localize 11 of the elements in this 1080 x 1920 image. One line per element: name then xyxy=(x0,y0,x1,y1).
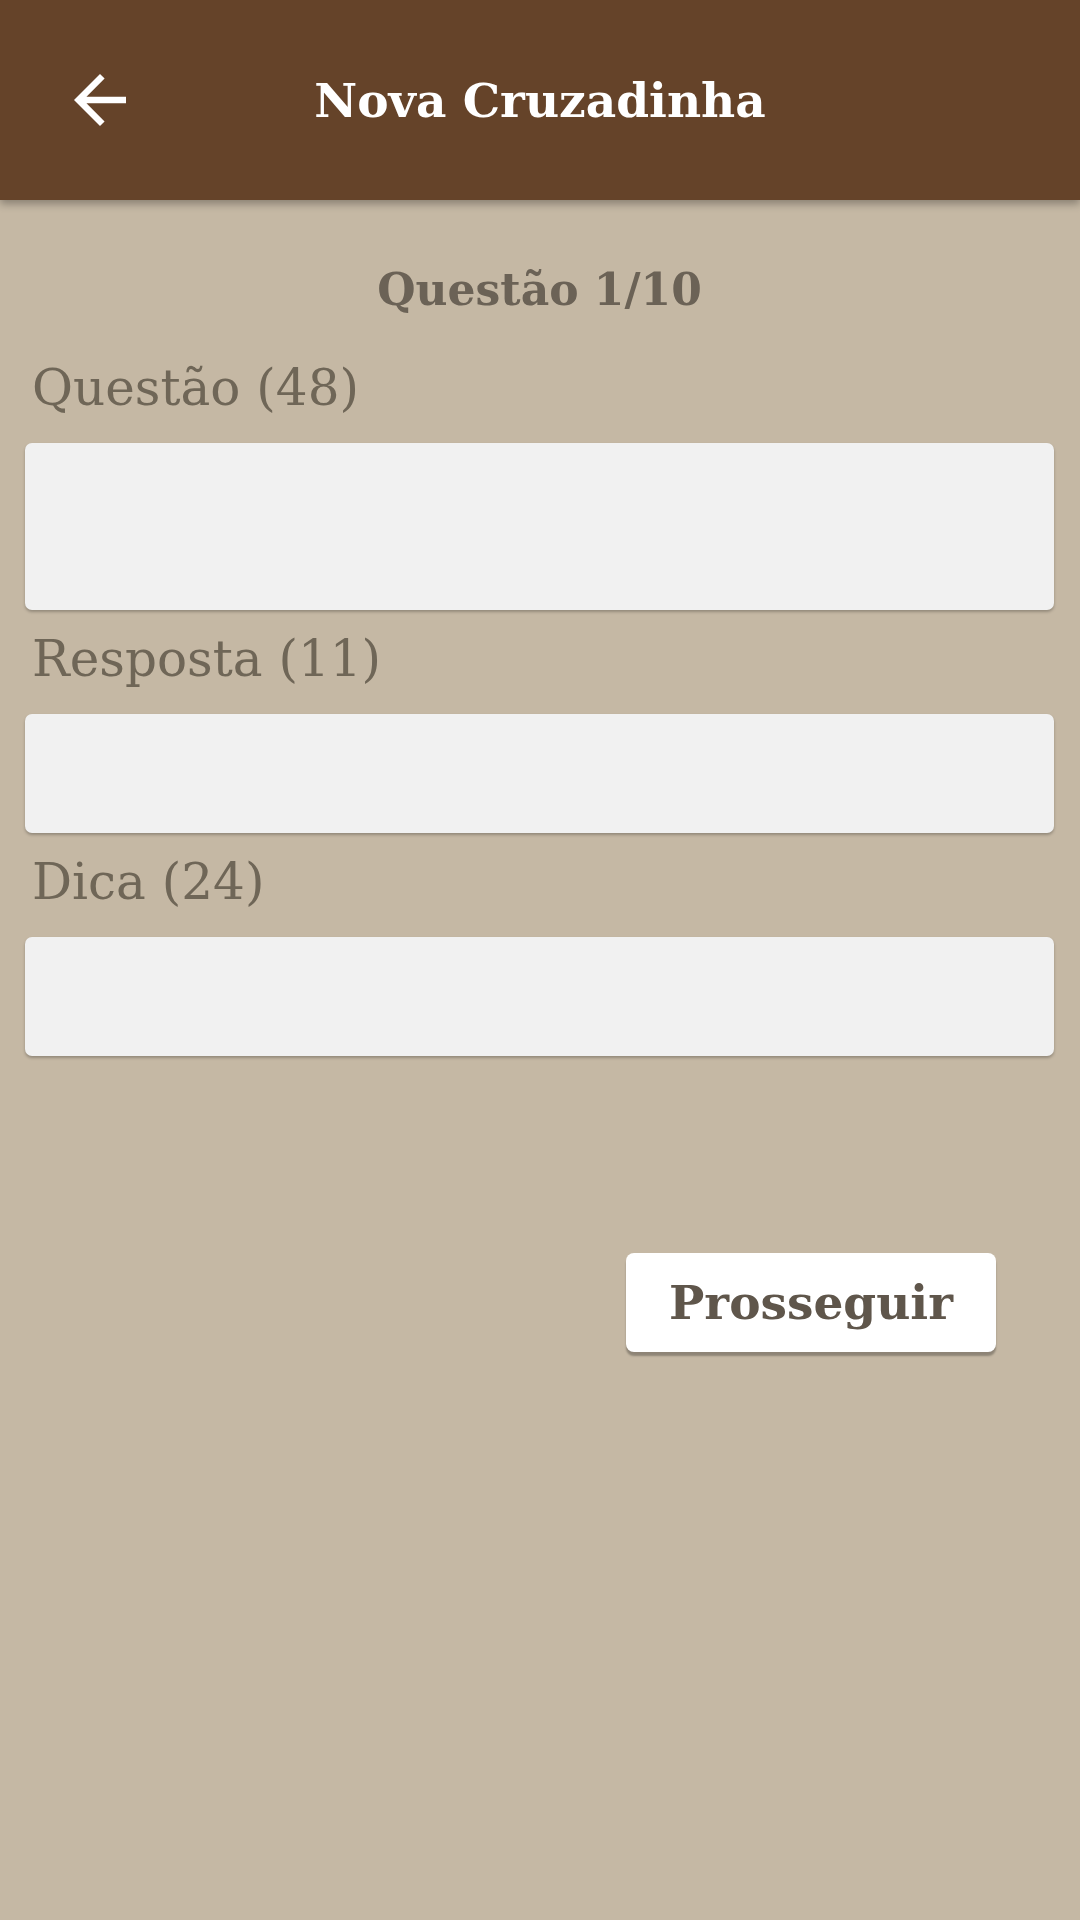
input-field[interactable] xyxy=(25,937,1054,1056)
question-counter: Questão 1/10 xyxy=(377,264,702,315)
continue-button[interactable]: Prosseguir xyxy=(626,1253,996,1352)
field-label: Questão (48) xyxy=(32,359,360,417)
input-field[interactable] xyxy=(25,714,1054,833)
field-label: Resposta (11) xyxy=(32,630,383,688)
back-button[interactable] xyxy=(74,74,126,126)
field-label: Dica (24) xyxy=(32,853,266,911)
arrow-left-icon xyxy=(74,74,126,126)
screen-title: Nova Cruzadinha xyxy=(314,72,766,128)
text-area-field[interactable] xyxy=(25,443,1054,610)
